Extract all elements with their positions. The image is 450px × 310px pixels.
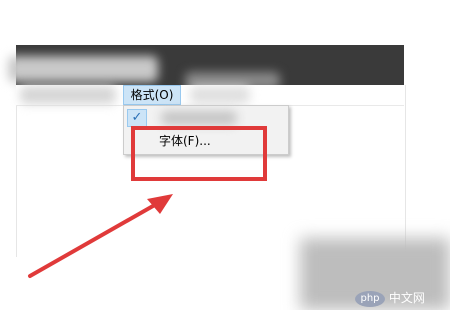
watermark-text: 中文网 bbox=[388, 291, 425, 305]
watermark: php 中文网 bbox=[355, 289, 425, 307]
screenshot-stage: 格式(O) ✓ 字体(F)... php 中文网 bbox=[0, 0, 450, 310]
php-logo-icon: php bbox=[355, 290, 385, 307]
